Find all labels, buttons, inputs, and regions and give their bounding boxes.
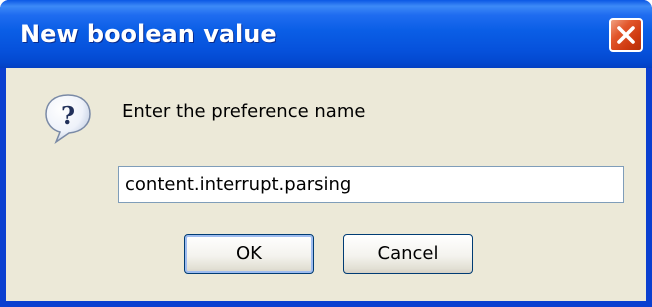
cancel-button[interactable]: Cancel (343, 234, 473, 274)
close-button[interactable] (609, 18, 643, 52)
dialog-window: New boolean value ? Enter the preference… (0, 0, 652, 307)
question-icon: ? (45, 94, 91, 144)
preference-name-input[interactable]: content.interrupt.parsing (118, 166, 624, 203)
prompt-label: Enter the preference name (122, 101, 366, 122)
svg-text:?: ? (61, 101, 75, 130)
dialog-body: ? Enter the preference name content.inte… (6, 68, 646, 301)
title-bar[interactable]: New boolean value (0, 0, 652, 68)
window-title: New boolean value (20, 20, 277, 48)
ok-button[interactable]: OK (184, 234, 314, 274)
close-x-icon (617, 26, 635, 44)
